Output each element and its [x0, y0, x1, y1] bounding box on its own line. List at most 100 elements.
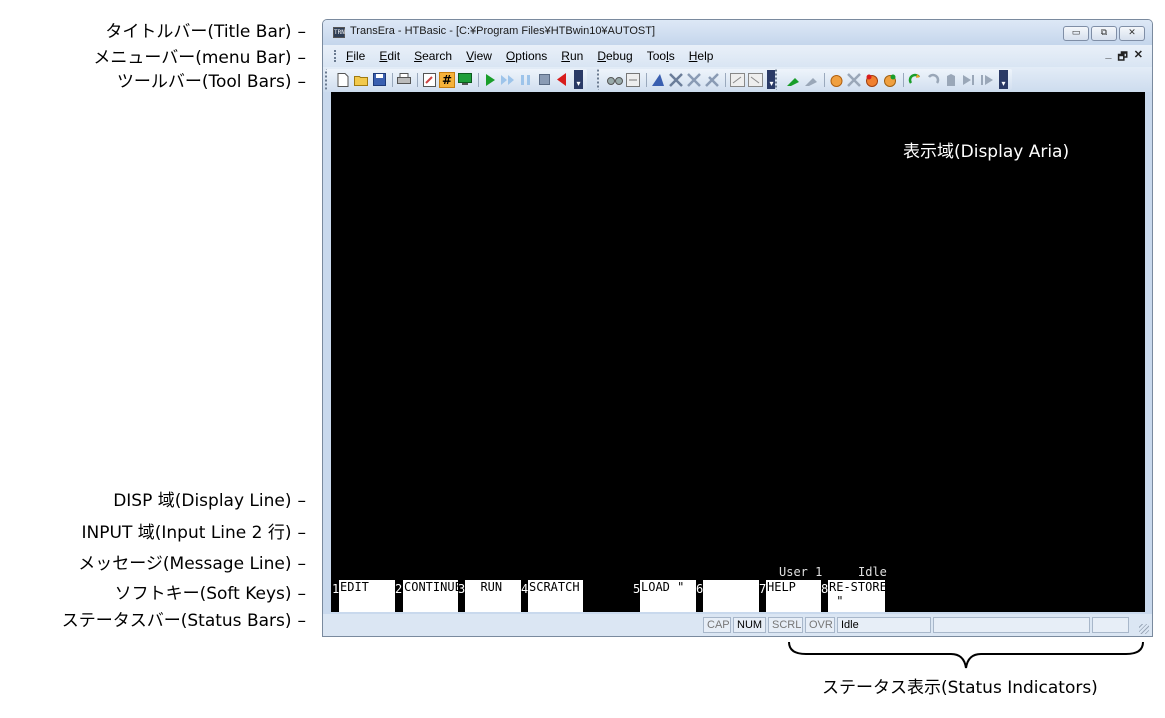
callout-display-line: DISP 域(Display Line) –: [113, 490, 306, 512]
menu-search[interactable]: Search: [414, 49, 452, 63]
callout-dash: –: [297, 523, 307, 543]
toolbar-separator: [824, 72, 825, 87]
tool12-icon[interactable]: [943, 72, 959, 88]
tool10-icon[interactable]: [864, 72, 880, 88]
softkey-6[interactable]: [703, 580, 759, 612]
tool4-icon[interactable]: [704, 72, 720, 88]
hand-icon[interactable]: [828, 72, 844, 88]
step-icon[interactable]: [961, 72, 977, 88]
mdi-controls: _ 🗗 ✕: [1105, 48, 1143, 67]
htbasic-window: TRN TransEra - HTBasic - [C:¥Program Fil…: [322, 19, 1153, 637]
tool6-icon[interactable]: [747, 72, 763, 88]
redo-icon[interactable]: [925, 72, 941, 88]
callout-text: ソフトキー(Soft Keys): [114, 584, 292, 604]
find-icon[interactable]: [607, 72, 623, 88]
minimize-button[interactable]: ▭: [1063, 26, 1089, 41]
menu-bar: File Edit Search View Options Run Debug Tools He…: [323, 45, 1152, 67]
close-button[interactable]: ✕: [1119, 26, 1145, 41]
tool8-icon[interactable]: [803, 72, 819, 88]
tool5-icon[interactable]: [729, 72, 745, 88]
restore-button[interactable]: ⧉: [1091, 26, 1117, 41]
callout-title-bar: タイトルバー(Title Bar) –: [105, 21, 306, 43]
continue-icon[interactable]: [500, 72, 516, 88]
stop-icon[interactable]: [536, 72, 552, 88]
softkey-edit[interactable]: EDIT: [339, 580, 395, 612]
toolbar-overflow-icon[interactable]: ▾: [999, 70, 1008, 89]
status-indicators-label: ステータス表示(Status Indicators): [822, 678, 1098, 698]
callout-dash: –: [297, 491, 307, 511]
callout-text: メニューバー(menu Bar): [93, 48, 292, 68]
callout-text: タイトルバー(Title Bar): [105, 22, 292, 42]
toolbar-debug: ▾: [775, 69, 1012, 90]
toolbar-overflow-icon[interactable]: ▾: [574, 70, 583, 89]
toolbar-separator: [478, 72, 479, 87]
tool2-icon[interactable]: [668, 72, 684, 88]
softkey-load[interactable]: LOAD ": [640, 580, 696, 612]
softkey-continue[interactable]: CONTINUE: [403, 580, 458, 612]
cap-indicator: CAP: [703, 617, 731, 633]
toolbar-separator: [903, 72, 904, 87]
status-bar: CAP NUM SCRL OVR Idle: [323, 614, 1152, 636]
callout-input-line: INPUT 域(Input Line 2 行) –: [82, 522, 306, 544]
menu-file[interactable]: File: [346, 49, 365, 63]
menu-edit[interactable]: Edit: [379, 49, 400, 63]
callout-dash: –: [297, 72, 307, 92]
menu-help[interactable]: Help: [689, 49, 714, 63]
softkey-run[interactable]: RUN: [465, 580, 521, 612]
edit-icon[interactable]: [421, 72, 437, 88]
screen-icon[interactable]: [457, 72, 473, 88]
mdi-restore-button[interactable]: 🗗: [1117, 48, 1127, 67]
menu-options[interactable]: Options: [506, 49, 547, 63]
menu-debug[interactable]: Debug: [597, 49, 632, 63]
display-area[interactable]: User 1 Idle 1 EDIT 2 CONTINUE 3 RUN 4 SC…: [331, 92, 1145, 612]
callout-status-bars: ステータスバー(Status Bars) –: [62, 610, 306, 632]
callout-text: ツールバー(Tool Bars): [116, 72, 292, 92]
callout-dash: –: [297, 48, 307, 68]
ovr-indicator: OVR: [805, 617, 835, 633]
step-back-icon[interactable]: [554, 72, 570, 88]
menu-items: File Edit Search View Options Run Debug Tools He…: [346, 49, 727, 63]
softkey-re-store[interactable]: RE-STORE ": [828, 580, 885, 612]
tool-icon[interactable]: [650, 72, 666, 88]
num-indicator: NUM: [733, 617, 766, 633]
tool7-icon[interactable]: [785, 72, 801, 88]
softkey-help[interactable]: HELP: [766, 580, 821, 612]
toolbar-edit: ▾: [597, 69, 780, 90]
undo-icon[interactable]: [907, 72, 923, 88]
window-title: TransEra - HTBasic - [C:¥Program Files¥H…: [350, 25, 656, 37]
tool3-icon[interactable]: [686, 72, 702, 88]
menu-tools[interactable]: Tools: [647, 49, 675, 63]
menu-view[interactable]: View: [466, 49, 492, 63]
callout-dash: –: [297, 22, 307, 42]
mdi-close-button[interactable]: ✕: [1134, 48, 1143, 67]
replace-icon[interactable]: [625, 72, 641, 88]
callout-tool-bars: ツールバー(Tool Bars) –: [117, 71, 306, 93]
line-number-icon[interactable]: #: [439, 71, 455, 88]
title-bar[interactable]: TRN TransEra - HTBasic - [C:¥Program Fil…: [323, 20, 1152, 45]
app-icon[interactable]: TRN: [333, 27, 345, 38]
new-file-icon[interactable]: [335, 72, 351, 88]
callout-text: DISP 域(Display Line): [113, 491, 292, 511]
tool9-icon[interactable]: [846, 72, 862, 88]
soft-keys: 1 EDIT 2 CONTINUE 3 RUN 4 SCRATCH 5 LOAD…: [331, 580, 1145, 612]
open-folder-icon[interactable]: [353, 72, 369, 88]
print-icon[interactable]: [396, 72, 412, 88]
mdi-minimize-button[interactable]: _: [1105, 48, 1111, 67]
tool-bars: # ▾ ▾ ▾: [323, 67, 1152, 92]
softkey-scratch[interactable]: SCRATCH: [528, 580, 583, 612]
callout-text: INPUT 域(Input Line 2 行): [81, 523, 292, 543]
resize-grip-icon[interactable]: [1139, 624, 1149, 634]
callout-menu-bar: メニューバー(menu Bar) –: [93, 47, 306, 69]
display-area-label: 表示域(Display Aria): [903, 142, 1070, 162]
step-over-icon[interactable]: [979, 72, 995, 88]
toolbar-separator: [725, 72, 726, 87]
softkey-number: 2: [395, 582, 403, 596]
pause-icon[interactable]: [518, 72, 534, 88]
save-icon[interactable]: [371, 72, 387, 88]
callout-soft-keys: ソフトキー(Soft Keys) –: [115, 583, 306, 605]
menu-run[interactable]: Run: [561, 49, 583, 63]
run-icon[interactable]: [482, 72, 498, 88]
toolbar-separator: [417, 72, 418, 87]
tool11-icon[interactable]: [882, 72, 898, 88]
menu-grip-icon[interactable]: [334, 50, 336, 62]
